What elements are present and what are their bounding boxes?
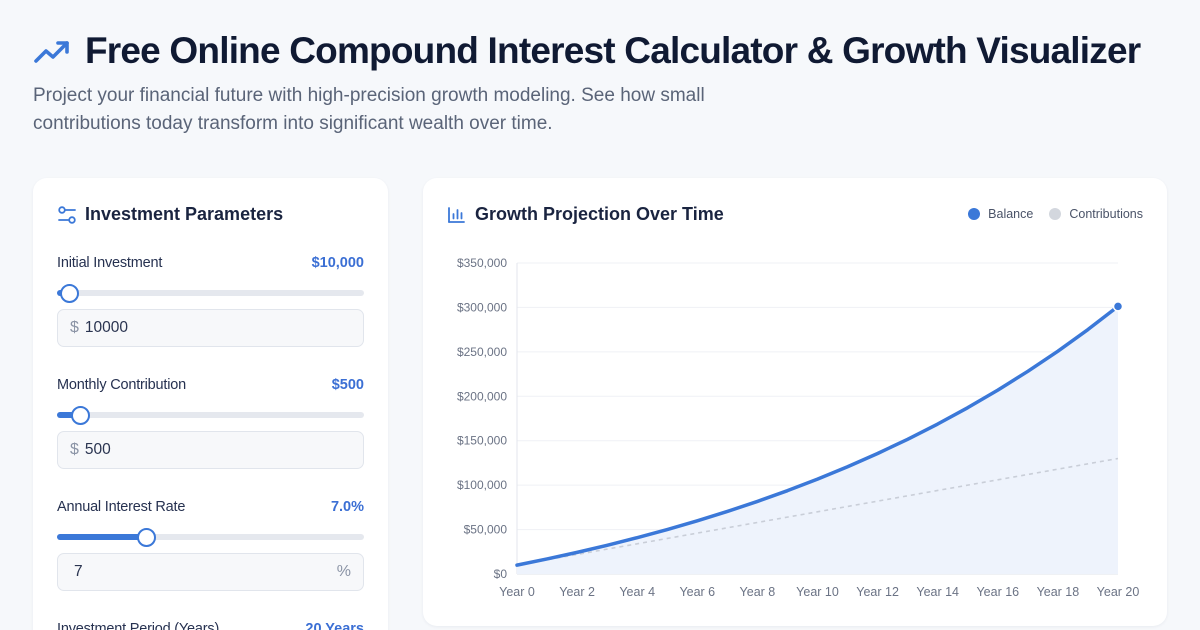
slider-thumb[interactable] bbox=[60, 284, 80, 303]
slider-thumb[interactable] bbox=[71, 406, 91, 425]
sliders-icon bbox=[58, 205, 76, 224]
x-tick-label: Year 14 bbox=[916, 585, 959, 599]
x-tick-label: Year 2 bbox=[559, 585, 595, 599]
x-tick-label: Year 10 bbox=[796, 585, 839, 599]
x-tick-label: Year 0 bbox=[499, 585, 535, 599]
investment-period-label-row: Investment Period (Years) 20 Years bbox=[57, 621, 364, 630]
page-title: Free Online Compound Interest Calculator… bbox=[85, 30, 1141, 71]
investment-period-value: 20 Years bbox=[305, 621, 364, 630]
y-tick-label: $150,000 bbox=[457, 434, 507, 448]
percent-suffix: % bbox=[336, 563, 351, 580]
y-tick-label: $300,000 bbox=[457, 300, 507, 314]
initial-investment-input[interactable]: $ 10000 bbox=[57, 309, 364, 347]
monthly-contribution-label-row: Monthly Contribution $500 bbox=[57, 377, 364, 393]
interest-rate-label-row: Annual Interest Rate 7.0% bbox=[57, 499, 364, 515]
interest-rate-label: Annual Interest Rate bbox=[57, 499, 186, 515]
x-tick-label: Year 8 bbox=[740, 585, 776, 599]
initial-investment-value: $10,000 bbox=[311, 255, 364, 271]
y-tick-label: $100,000 bbox=[457, 478, 507, 492]
page-subtitle: Project your financial future with high-… bbox=[33, 85, 705, 134]
interest-rate-input[interactable]: 7 % bbox=[57, 553, 364, 591]
monthly-contribution-label: Monthly Contribution bbox=[57, 377, 186, 393]
investment-period-label: Investment Period (Years) bbox=[57, 621, 220, 630]
page-header: Free Online Compound Interest Calculator… bbox=[33, 30, 1173, 138]
y-tick-label: $50,000 bbox=[464, 523, 508, 537]
slider-track bbox=[57, 290, 364, 296]
interest-rate-slider[interactable] bbox=[57, 527, 364, 547]
initial-investment-label: Initial Investment bbox=[57, 255, 163, 271]
y-tick-label: $350,000 bbox=[457, 256, 507, 270]
x-tick-label: Year 6 bbox=[679, 585, 715, 599]
investment-period-group: Investment Period (Years) 20 Years bbox=[57, 621, 364, 630]
x-tick-label: Year 18 bbox=[1037, 585, 1080, 599]
initial-investment-input-value[interactable]: 10000 bbox=[85, 319, 351, 337]
annual-interest-rate-group: Annual Interest Rate 7.0% 7 % bbox=[57, 499, 364, 591]
dollar-prefix: $ bbox=[70, 441, 79, 458]
monthly-contribution-group: Monthly Contribution $500 $ 500 bbox=[57, 377, 364, 469]
y-tick-label: $200,000 bbox=[457, 389, 507, 403]
parameters-title: Investment Parameters bbox=[85, 204, 284, 224]
x-tick-label: Year 20 bbox=[1097, 585, 1140, 599]
interest-rate-value: 7.0% bbox=[330, 499, 364, 515]
y-tick-label: $250,000 bbox=[457, 345, 507, 359]
balance-end-point bbox=[1112, 301, 1124, 312]
monthly-contribution-value: $500 bbox=[331, 377, 364, 393]
dollar-prefix: $ bbox=[70, 319, 79, 336]
y-tick-label: $0 bbox=[494, 567, 508, 581]
title-row: Free Online Compound Interest Calculator… bbox=[33, 30, 1173, 72]
x-tick-label: Year 16 bbox=[976, 585, 1019, 599]
x-tick-label: Year 4 bbox=[619, 585, 655, 599]
balance-area bbox=[517, 306, 1118, 574]
monthly-contribution-slider[interactable] bbox=[57, 405, 364, 425]
initial-investment-label-row: Initial Investment $10,000 bbox=[57, 255, 364, 271]
initial-investment-slider[interactable] bbox=[57, 283, 364, 303]
monthly-contribution-input-value[interactable]: 500 bbox=[85, 441, 351, 459]
investment-parameters-card: Investment Parameters Initial Investment… bbox=[33, 178, 388, 630]
growth-chart: $0 $50,000 $100,000 $150,000 $200,000 $250,00… bbox=[457, 256, 1140, 599]
parameters-card-header: Investment Parameters bbox=[57, 204, 283, 225]
x-tick-label: Year 12 bbox=[856, 585, 899, 599]
monthly-contribution-input[interactable]: $ 500 bbox=[57, 431, 364, 469]
slider-thumb[interactable] bbox=[137, 528, 157, 547]
interest-rate-input-value[interactable]: 7 bbox=[70, 563, 337, 581]
slider-track bbox=[57, 412, 364, 418]
growth-projection-card: Growth Projection Over Time Balance Cont… bbox=[423, 178, 1167, 626]
slider-fill bbox=[57, 534, 147, 540]
trending-up-icon bbox=[34, 41, 69, 63]
initial-investment-group: Initial Investment $10,000 $ 10000 bbox=[57, 255, 364, 347]
